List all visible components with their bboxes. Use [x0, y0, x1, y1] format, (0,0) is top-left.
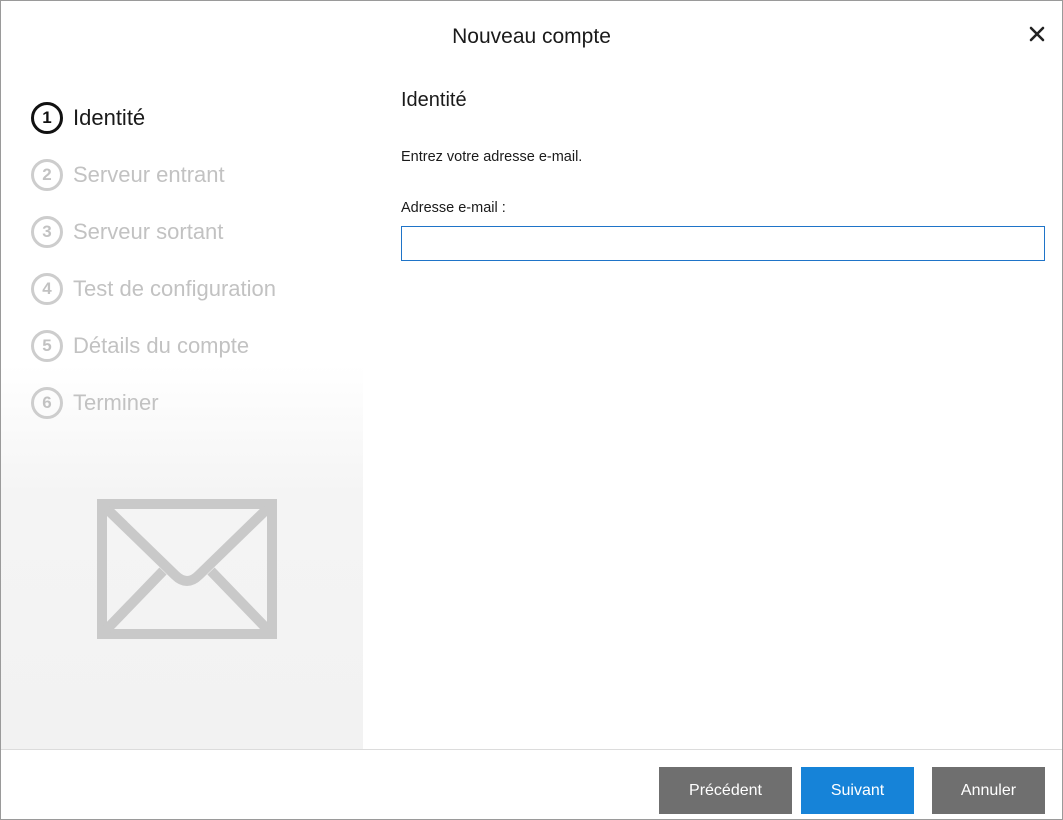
step-identity[interactable]: 1 Identité	[23, 89, 276, 146]
dialog-title: Nouveau compte	[452, 25, 611, 48]
title-bar: Nouveau compte	[1, 1, 1062, 75]
step-number-6: 6	[31, 386, 63, 419]
close-icon	[1029, 26, 1045, 42]
previous-button[interactable]: Précédent	[659, 767, 792, 814]
new-account-dialog: Nouveau compte 1 Identité 2 Serveur entr…	[0, 0, 1063, 820]
step-outgoing-server[interactable]: 3 Serveur sortant	[23, 203, 276, 260]
step-label: Serveur entrant	[73, 161, 225, 187]
step-number-1: 1	[31, 101, 63, 134]
close-button[interactable]	[1024, 21, 1050, 47]
step-label: Test de configuration	[73, 275, 277, 301]
email-label: Adresse e-mail :	[401, 200, 506, 216]
step-finish[interactable]: 6 Terminer	[23, 374, 276, 431]
step-number-5: 5	[31, 329, 63, 362]
wizard-steps: 1 Identité 2 Serveur entrant 3 Serveur s…	[23, 89, 276, 431]
step-label: Terminer	[73, 389, 159, 415]
next-button[interactable]: Suivant	[801, 767, 914, 814]
step-account-details[interactable]: 5 Détails du compte	[23, 317, 276, 374]
step-label: Serveur sortant	[73, 218, 224, 244]
step-configuration-test[interactable]: 4 Test de configuration	[23, 260, 276, 317]
step-number-4: 4	[31, 272, 63, 305]
section-title: Identité	[401, 89, 467, 111]
instruction-text: Entrez votre adresse e-mail.	[401, 149, 583, 165]
step-label: Identité	[73, 104, 146, 130]
step-number-2: 2	[31, 158, 63, 191]
envelope-icon	[97, 499, 277, 639]
step-number-3: 3	[31, 215, 63, 248]
steps-sidebar: 1 Identité 2 Serveur entrant 3 Serveur s…	[1, 75, 363, 749]
dialog-footer: Précédent Suivant Annuler	[1, 749, 1062, 819]
step-label: Détails du compte	[73, 332, 250, 358]
step-incoming-server[interactable]: 2 Serveur entrant	[23, 146, 276, 203]
email-input[interactable]	[401, 226, 1045, 261]
cancel-button[interactable]: Annuler	[932, 767, 1045, 814]
